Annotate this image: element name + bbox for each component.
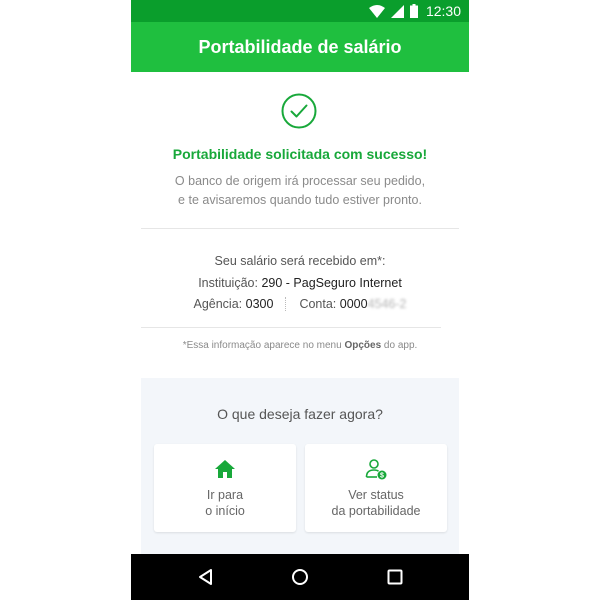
note-bold: Opções [344, 340, 382, 351]
divider [141, 228, 459, 229]
app-bar: Portabilidade de salário [131, 22, 469, 72]
battery-icon [409, 4, 418, 18]
info-note: *Essa informação aparece no menu Opções … [131, 340, 469, 351]
note-suffix: do app. [381, 340, 418, 351]
account-value: 0000 [339, 297, 368, 311]
home-icon [215, 460, 235, 478]
view-status-label-line1: Ver status [348, 488, 404, 502]
success-title: Portabilidade solicitada com sucesso! [172, 146, 428, 162]
institution-value: 290 - PagSeguro Internet [261, 276, 402, 290]
account-value-blurred: 4546-2 [367, 297, 407, 311]
go-home-label-line2: o início [205, 504, 245, 518]
go-home-button[interactable]: Ir para o início [154, 444, 296, 532]
page-title: Portabilidade de salário [198, 36, 402, 57]
svg-text:$: $ [380, 473, 384, 480]
account-label: Conta: [299, 297, 337, 311]
back-icon[interactable] [197, 568, 215, 586]
success-description-line2: e te avisaremos quando tudo estiver pron… [178, 193, 422, 207]
system-nav-bar [131, 554, 469, 600]
institution-line: Instituição: 290 - PagSeguro Internet [131, 276, 469, 290]
view-status-label: Ver status da portabilidade [305, 487, 447, 519]
go-home-label-line1: Ir para [206, 488, 244, 502]
home-circle-icon[interactable] [291, 568, 309, 586]
account-line: Agência: 0300 Conta: 0000 4546-2 [131, 297, 469, 311]
phone-screen: 12:30 Portabilidade de salário Portabili… [131, 0, 469, 600]
wifi-icon [368, 4, 385, 18]
status-icons: 12:30 [368, 3, 461, 19]
divider [141, 327, 441, 328]
actions-panel: O que deseja fazer agora? Ir para o iníc… [141, 378, 459, 558]
note-prefix: *Essa informação aparece no menu [182, 340, 345, 351]
recent-apps-icon[interactable] [386, 568, 404, 586]
go-home-label: Ir para o início [154, 487, 296, 519]
receive-title: Seu salário será recebido em*: [214, 254, 386, 268]
actions-title: O que deseja fazer agora? [217, 406, 383, 422]
check-circle-icon [281, 93, 317, 129]
user-money-icon: $ [365, 459, 387, 480]
institution-label: Instituição: [198, 276, 258, 290]
signal-icon [390, 4, 404, 18]
success-description: O banco de origem irá processar seu pedi… [151, 172, 449, 210]
dotted-separator [285, 297, 287, 311]
success-description-line1: O banco de origem irá processar seu pedi… [174, 174, 426, 188]
view-status-label-line2: da portabilidade [331, 504, 421, 518]
status-time: 12:30 [425, 3, 461, 19]
status-bar: 12:30 [131, 0, 469, 22]
agency-label: Agência: [193, 297, 243, 311]
agency-value: 0300 [245, 297, 274, 311]
view-status-button[interactable]: $ Ver status da portabilidade [305, 444, 447, 532]
